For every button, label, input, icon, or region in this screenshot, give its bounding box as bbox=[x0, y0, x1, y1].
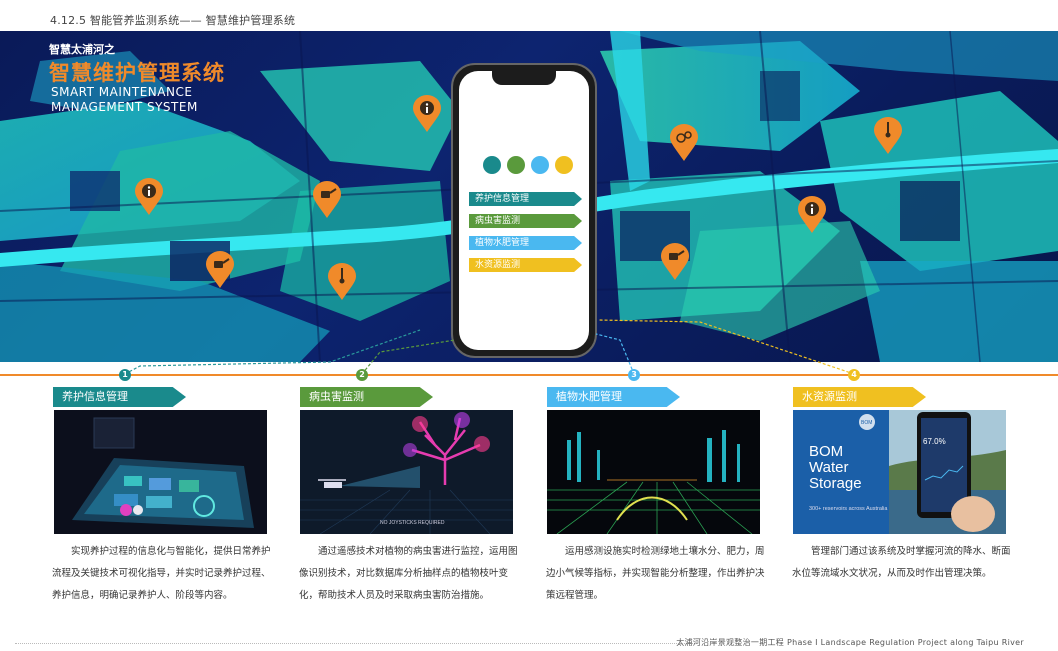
photo-sensor-pointcloud bbox=[547, 410, 760, 534]
color-dot bbox=[507, 156, 525, 174]
photo-drone-scan: NO JOYSTICKS REQUIRED bbox=[300, 410, 513, 534]
hero-subtitle: 智慧太浦河之 bbox=[49, 43, 115, 56]
info-icon[interactable] bbox=[797, 196, 827, 234]
footer-divider bbox=[15, 643, 695, 644]
info-icon[interactable] bbox=[412, 95, 442, 133]
desc-pest-monitoring: 通过遥感技术对植物的病虫害进行监控，运用图像识别技术，对比数据库分析抽样点的植物… bbox=[299, 546, 518, 601]
section-title: 4.12.5 智能管养监测系统—— 智慧维护管理系统 bbox=[50, 14, 296, 27]
tag-irrigation-fertilization[interactable]: 植物水肥管理 bbox=[547, 387, 680, 407]
color-dot bbox=[555, 156, 573, 174]
timeline-bar bbox=[0, 374, 1058, 376]
bom-percent: 67.0% bbox=[923, 437, 946, 446]
phone-menu-irrigation[interactable]: 植物水肥管理 bbox=[469, 236, 582, 250]
sensor-icon[interactable] bbox=[669, 124, 699, 162]
marker-1: 1 bbox=[119, 369, 131, 381]
watering-can-icon[interactable] bbox=[205, 251, 235, 289]
connector-lines bbox=[124, 319, 855, 375]
phone-color-dots bbox=[483, 156, 573, 174]
hero-title: 智慧维护管理系统 bbox=[49, 61, 225, 85]
marker-3: 3 bbox=[628, 369, 640, 381]
bom-subtitle: 300+ reservoirs across Australia bbox=[809, 506, 888, 512]
info-icon[interactable] bbox=[134, 178, 164, 216]
thermometer-icon[interactable] bbox=[327, 263, 357, 301]
photo-interactive-table bbox=[54, 410, 267, 534]
tag-water-monitoring[interactable]: 水资源监测 bbox=[793, 387, 926, 407]
marker-4: 4 bbox=[848, 369, 860, 381]
color-dot bbox=[483, 156, 501, 174]
tag-pest-monitoring[interactable]: 病虫害监测 bbox=[300, 387, 433, 407]
footer-project-name: 太浦河沿岸景观整治一期工程 Phase Ⅰ Landscape Regulati… bbox=[676, 638, 1024, 647]
bom-badge: BOM bbox=[861, 420, 872, 426]
tag-maintenance-info[interactable]: 养护信息管理 bbox=[53, 387, 186, 407]
hero-title-en-line1: SMART MAINTENANCE bbox=[51, 85, 193, 99]
photo-bom-water-storage: BOM BOM Water Storage 300+ reservoirs ac… bbox=[793, 410, 1006, 534]
desc-irrigation-fertilization: 运用感测设施实时检测绿地土壤水分、肥力，周边小气候等指标，并实现智能分析整理，作… bbox=[546, 546, 765, 601]
watering-can-icon[interactable] bbox=[660, 243, 690, 281]
color-dot bbox=[531, 156, 549, 174]
phone-menu-pest[interactable]: 病虫害监测 bbox=[469, 214, 582, 228]
thermometer-icon[interactable] bbox=[873, 117, 903, 155]
phone-menu-maintenance[interactable]: 养护信息管理 bbox=[469, 192, 582, 206]
photo-caption: NO JOYSTICKS REQUIRED bbox=[380, 520, 445, 526]
bom-title-line1: BOM bbox=[809, 443, 843, 460]
phone-notch bbox=[492, 71, 556, 85]
marker-2: 2 bbox=[356, 369, 368, 381]
desc-maintenance-info: 实现养护过程的信息化与智能化，提供日常养护流程及关键技术可视化指导，并实时记录养… bbox=[52, 546, 271, 601]
hero-title-en-line2: MANAGEMENT SYSTEM bbox=[51, 100, 198, 114]
bom-title-line3: Storage bbox=[809, 475, 862, 492]
bom-title-line2: Water bbox=[809, 459, 848, 476]
phone-menu-water[interactable]: 水资源监测 bbox=[469, 258, 582, 272]
desc-water-monitoring: 管理部门通过该系统及时掌握河流的降水、断面水位等流域水文状况，从而及时作出管理决… bbox=[792, 546, 1011, 579]
watering-can-icon[interactable] bbox=[312, 181, 342, 219]
